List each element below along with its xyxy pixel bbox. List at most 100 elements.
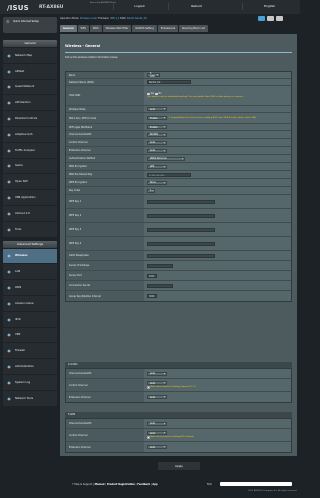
- lan-icon: ◉: [7, 269, 11, 275]
- bandwidth-24-select[interactable]: Auto ▾: [147, 371, 167, 376]
- row-ascii-passphrase: ASCII Passphrase: [66, 251, 291, 261]
- hide-ssid-no-radio[interactable]: [155, 92, 158, 96]
- sidebar-item-aimesh[interactable]: ◉ AiMesh: [3, 63, 57, 80]
- sidebar-item-label: Network Map: [15, 53, 33, 57]
- wep-encryption-select[interactable]: None ▾: [147, 180, 167, 185]
- language-select[interactable]: English: [242, 3, 296, 10]
- app-link[interactable]: App: [152, 483, 157, 486]
- faq-link[interactable]: FAQ: [207, 483, 212, 486]
- usb-icon: ◉: [7, 195, 11, 201]
- tab-radius-setting[interactable]: RADIUS Setting: [132, 25, 157, 32]
- auto-dfs-channel-checkbox[interactable]: [147, 436, 150, 439]
- sidebar-item-label: Network Tools: [15, 396, 34, 400]
- ax-mode-select[interactable]: Enable ▾: [147, 116, 167, 120]
- key-index-select[interactable]: 1 ▾: [147, 188, 155, 193]
- band-select[interactable]: 5 GHz ▾: [147, 72, 160, 78]
- server-ip-input[interactable]: [147, 263, 173, 268]
- sidebar-item-aiprotection[interactable]: ◉ AiProtection: [3, 95, 57, 112]
- sidebar-item-traffic-analyzer[interactable]: ◉ Traffic Analyzer: [3, 142, 57, 159]
- quick-internet-setup[interactable]: ⚙ Quick Internet Setup: [3, 17, 57, 33]
- tab-wireless-mac-filter[interactable]: Wireless MAC Filter: [102, 25, 132, 32]
- sidebar-item-label: Administration: [15, 365, 34, 369]
- sidebar-item-aicloud-2-0[interactable]: ◉ AiCloud 2.0: [3, 205, 57, 222]
- usb-status-icon[interactable]: [267, 16, 274, 21]
- row-5-bandwidth: Channel bandwidth Auto ▾: [66, 419, 291, 429]
- wireless-mode-select[interactable]: Auto ▾: [147, 107, 167, 111]
- agile-multiband-select[interactable]: Enable ▾: [147, 125, 167, 129]
- auth-method-select[interactable]: WPA2-Personal ▾: [147, 156, 185, 161]
- sidebar-item-vpn[interactable]: ◉ VPN: [3, 327, 57, 344]
- internet-status-icon[interactable]: [276, 16, 283, 21]
- row-5-control: Control Channel Auto ▾ Auto select channe…: [66, 429, 291, 442]
- connection-secret-input[interactable]: [147, 283, 173, 288]
- sidebar-item-tools[interactable]: ◉ Tools: [3, 221, 57, 238]
- reboot-button[interactable]: Reboot: [168, 3, 224, 10]
- sidebar-item-label: Open NAT: [15, 180, 28, 184]
- logout-button[interactable]: Logout: [113, 3, 165, 10]
- server-port-input[interactable]: 1812: [147, 273, 157, 278]
- tab-roaming-block-list[interactable]: Roaming Block List: [179, 25, 208, 32]
- firmware-link[interactable]: 386.3_4: [110, 17, 119, 20]
- system-log-icon: ◉: [7, 379, 11, 385]
- sidebar-item-network-tools[interactable]: ◉ Network Tools: [3, 390, 57, 407]
- tab-wps[interactable]: WPS: [77, 25, 89, 32]
- row-agile-multiband: WiFi Agile Multiband Enable ▾: [66, 124, 291, 131]
- page-description: Set up the wireless related information …: [65, 56, 118, 59]
- wpa-psk-input[interactable]: ••••••••••••: [147, 172, 191, 177]
- wifi-status-icon[interactable]: [258, 16, 265, 21]
- sidebar-item-lan[interactable]: ◉ LAN: [3, 264, 57, 281]
- tab-bar: General WPS WDS Wireless MAC Filter RADIUS S…: [60, 25, 297, 32]
- channel-bandwidth-select[interactable]: 80 MHz ▾: [147, 132, 167, 137]
- wep-key-2-input[interactable]: [147, 213, 215, 218]
- vpn-icon: ◉: [7, 332, 11, 338]
- copyright: 2021 ASUSTeK Computer Inc. All rights re…: [248, 490, 297, 492]
- bandwidth-5-select[interactable]: Auto ▾: [147, 421, 167, 426]
- wpa-encryption-select[interactable]: AES ▾: [147, 164, 167, 169]
- tab-professional[interactable]: Professional: [157, 25, 179, 32]
- sidebar-general-header: General: [3, 40, 57, 47]
- sidebar-item-ipv6[interactable]: ◉ IPv6: [3, 311, 57, 328]
- sidebar-item-usb-application[interactable]: ◉ USB Application: [3, 190, 57, 206]
- row-wep-key-2: WEP Key 2: [66, 209, 291, 223]
- sidebar-item-guest-network[interactable]: ◉ Guest Network: [3, 79, 57, 96]
- sidebar-item-amazon-alexa[interactable]: ◉ Amazon Alexa: [3, 295, 57, 312]
- wep-key-4-input[interactable]: [147, 241, 215, 246]
- sidebar-item-open-nat[interactable]: ◉ Open NAT: [3, 174, 57, 191]
- sidebar-item-parental-controls[interactable]: ◉ Parental Controls: [3, 111, 57, 127]
- row-wep-key-1: WEP Key 1: [66, 195, 291, 209]
- sidebar-item-network-map[interactable]: ◉ Network Map: [3, 48, 57, 64]
- row-auth-method: Authentication Method WPA2-Personal ▾: [66, 155, 291, 163]
- hide-ssid-yes-radio[interactable]: [147, 92, 150, 96]
- row-control-channel: Control Channel Auto ▾: [66, 139, 291, 147]
- extension-channel-select[interactable]: Auto ▾: [147, 148, 167, 153]
- ascii-passphrase-input[interactable]: [147, 253, 215, 258]
- extension-5-select[interactable]: Auto ▾: [147, 445, 167, 449]
- feedback-link[interactable]: Feedback: [137, 483, 150, 486]
- title-divider: [65, 52, 292, 53]
- sidebar-item-label: Wireless: [15, 254, 28, 258]
- operation-mode-link[interactable]: Wireless router: [80, 17, 97, 20]
- auto-channel-12-13-checkbox[interactable]: [147, 386, 150, 389]
- control-5-select[interactable]: Auto ▾: [147, 431, 167, 436]
- control-channel-select[interactable]: Auto ▾: [147, 140, 167, 145]
- sidebar-item-firewall[interactable]: ◉ Firewall: [3, 343, 57, 360]
- sidebar-item-adaptive-qos[interactable]: ◉ Adaptive QoS: [3, 126, 57, 143]
- sidebar-item-wireless[interactable]: ◉ Wireless: [3, 248, 57, 265]
- sidebar-item-system-log[interactable]: ◉ System Log: [3, 374, 57, 391]
- ssid-input[interactable]: Nardik_5G: [147, 80, 191, 84]
- registration-link[interactable]: Product Registration: [107, 483, 135, 486]
- faq-search-input[interactable]: [220, 482, 292, 486]
- tab-general[interactable]: General: [60, 25, 77, 32]
- tab-wds[interactable]: WDS: [89, 25, 102, 32]
- apply-button[interactable]: Apply: [158, 462, 200, 470]
- control-24-select[interactable]: Auto ▾: [147, 381, 167, 386]
- sidebar-item-game[interactable]: ◉ Game: [3, 158, 57, 175]
- extension-24-select[interactable]: Auto ▾: [147, 395, 167, 399]
- sidebar-item-label: Game: [15, 164, 23, 168]
- manual-link[interactable]: Manual: [95, 483, 105, 486]
- sidebar-item-wan[interactable]: ◉ WAN: [3, 280, 57, 296]
- sidebar-item-administration[interactable]: ◉ Administration: [3, 359, 57, 375]
- group-key-rotation-input[interactable]: 3600: [147, 294, 157, 298]
- wep-key-3-input[interactable]: [147, 227, 215, 232]
- wep-key-1-input[interactable]: [147, 199, 215, 204]
